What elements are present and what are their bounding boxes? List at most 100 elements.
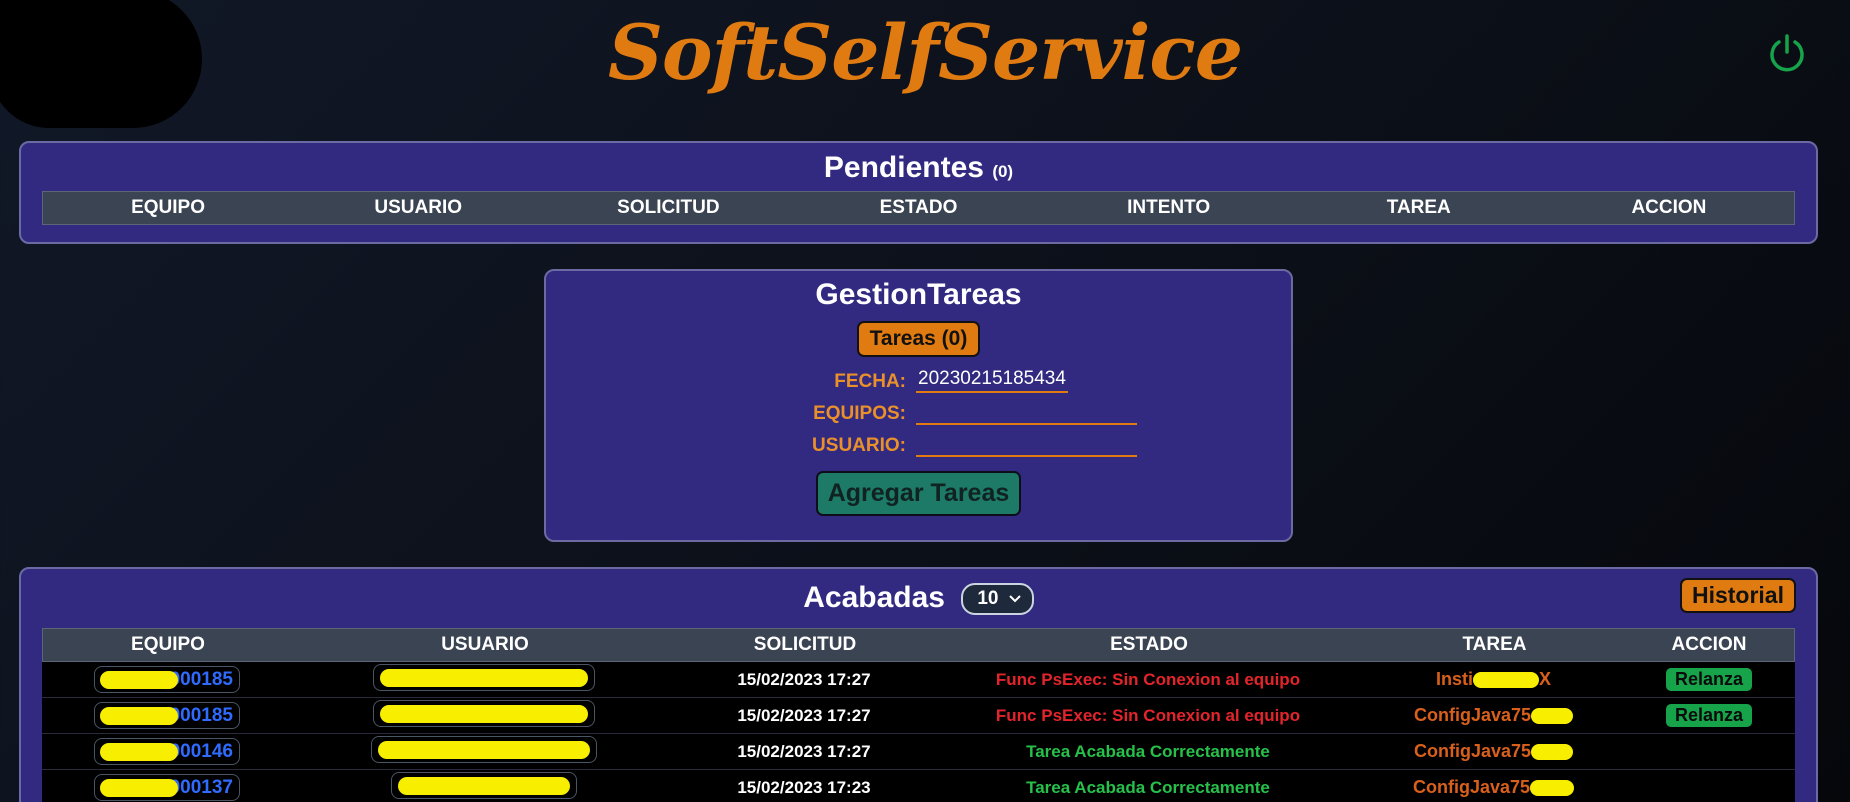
- pendientes-panel: Pendientes (0) EQUIPO USUARIO SOLICITUD …: [19, 141, 1818, 244]
- usuario-cell: [292, 771, 676, 802]
- equipo-cell: 000146: [42, 738, 292, 765]
- usuario-input[interactable]: [916, 431, 1137, 457]
- historial-button[interactable]: Historial: [1679, 578, 1796, 613]
- pendientes-title: Pendientes (0): [21, 149, 1816, 187]
- solicitud-cell: 15/02/2023 17:27: [737, 741, 871, 761]
- usuario-cell: [292, 735, 676, 768]
- acabadas-title: Acabadas 10: [21, 569, 1816, 623]
- redaction-mark: [100, 707, 178, 725]
- usuario-row: USUARIO:: [546, 425, 1291, 457]
- fecha-input[interactable]: [916, 367, 1068, 393]
- redaction-mark: [380, 704, 588, 723]
- pendientes-count: (0): [992, 162, 1014, 181]
- column-header: TAREA: [1462, 634, 1527, 655]
- page-size-value: 10: [977, 588, 999, 610]
- tarea-text: Insti X: [1436, 669, 1551, 690]
- usuario-cell: [292, 663, 676, 696]
- tarea-cell: ConfigJava75: [1364, 741, 1623, 762]
- table-row: 000185 15/02/2023 17:27 Func PsExec: Sin…: [42, 698, 1795, 734]
- column-header: TAREA: [1386, 197, 1451, 218]
- redaction-mark: [1531, 744, 1574, 761]
- table-row: 000185 15/02/2023 17:27 Func PsExec: Sin…: [42, 662, 1795, 698]
- column-header: USUARIO: [441, 634, 529, 655]
- tarea-cell: Insti X: [1364, 669, 1623, 690]
- equipo-link[interactable]: 000185: [94, 666, 240, 693]
- equipo-link[interactable]: 000146: [94, 738, 240, 765]
- tarea-name: ConfigJava75: [1413, 705, 1532, 725]
- tarea-cell: ConfigJava75: [1364, 705, 1623, 726]
- table-row: 000146 15/02/2023 17:27 Tarea Acabada Co…: [42, 734, 1795, 770]
- usuario-cell: [292, 699, 676, 732]
- usuario-pill: [373, 663, 595, 691]
- chevron-down-icon: [1009, 595, 1021, 603]
- tarea-text: ConfigJava75: [1413, 705, 1574, 726]
- column-header: SOLICITUD: [753, 634, 857, 655]
- usuario-pill: [373, 699, 595, 727]
- equipos-input[interactable]: [916, 399, 1137, 425]
- column-header: ACCION: [1631, 197, 1707, 218]
- acabadas-panel: Acabadas 10 Historial EQUIPO USUARIO SOL…: [19, 567, 1818, 802]
- tarea-name: ConfigJava75: [1412, 777, 1531, 797]
- usuario-pill: [371, 735, 597, 763]
- tarea-text: ConfigJava75: [1412, 777, 1575, 798]
- column-header: INTENTO: [1127, 197, 1211, 218]
- usuario-pill: [391, 771, 577, 799]
- column-header: ACCION: [1671, 634, 1747, 655]
- equipo-cell: 000185: [42, 666, 292, 693]
- equipo-text: 000137: [169, 777, 233, 798]
- acabadas-table-body: 000185 15/02/2023 17:27 Func PsExec: Sin…: [42, 662, 1795, 802]
- estado-cell: Tarea Acabada Correctamente: [1026, 777, 1270, 797]
- accion-cell: Relanza: [1623, 668, 1795, 691]
- redaction-mark: [1530, 780, 1575, 797]
- tarea-suffix: X: [1539, 669, 1552, 689]
- relanza-button[interactable]: Relanza: [1665, 704, 1753, 727]
- acabadas-title-text: Acabadas: [803, 581, 945, 614]
- equipo-link[interactable]: 000185: [94, 702, 240, 729]
- estado-cell: Tarea Acabada Correctamente: [1026, 741, 1270, 761]
- agregar-tareas-button[interactable]: Agregar Tareas: [815, 471, 1022, 516]
- column-header: ESTADO: [879, 197, 958, 218]
- gestion-tareas-panel: GestionTareas Tareas (0) FECHA: EQUIPOS:…: [544, 269, 1293, 542]
- equipo-cell: 000185: [42, 702, 292, 729]
- pendientes-title-text: Pendientes: [823, 151, 984, 184]
- estado-cell: Func PsExec: Sin Conexion al equipo: [995, 669, 1301, 689]
- redaction-mark: [1531, 708, 1574, 725]
- power-icon[interactable]: [1766, 32, 1808, 74]
- column-header: SOLICITUD: [617, 197, 720, 218]
- equipo-text: 000146: [169, 741, 233, 762]
- equipo-cell: 000137: [42, 774, 292, 801]
- page-size-select[interactable]: 10: [961, 583, 1034, 616]
- table-row: 000137 15/02/2023 17:23 Tarea Acabada Co…: [42, 770, 1795, 802]
- tarea-cell: ConfigJava75: [1364, 777, 1623, 798]
- tareas-button[interactable]: Tareas (0): [856, 321, 981, 357]
- solicitud-cell: 15/02/2023 17:27: [737, 705, 871, 725]
- column-header: ESTADO: [1110, 634, 1188, 655]
- tarea-name: ConfigJava75: [1413, 741, 1532, 761]
- equipo-link[interactable]: 000137: [94, 774, 240, 801]
- pendientes-table-header: EQUIPO USUARIO SOLICITUD ESTADO INTENTO …: [42, 191, 1795, 225]
- redaction-mark: [1473, 672, 1539, 689]
- column-header: EQUIPO: [131, 197, 206, 218]
- acabadas-header: Acabadas 10 Historial: [21, 569, 1816, 623]
- usuario-label: USUARIO:: [812, 435, 906, 456]
- equipo-text: 000185: [169, 669, 233, 690]
- tarea-name: Insti: [1435, 669, 1473, 689]
- estado-cell: Func PsExec: Sin Conexion al equipo: [995, 705, 1301, 725]
- redaction-mark: [100, 779, 178, 797]
- app-brand-title: SoftSelfService: [607, 8, 1243, 97]
- column-header: USUARIO: [374, 197, 463, 218]
- column-header: EQUIPO: [131, 634, 205, 655]
- fecha-row: FECHA:: [546, 361, 1291, 393]
- relanza-button[interactable]: Relanza: [1665, 668, 1753, 691]
- tarea-text: ConfigJava75: [1413, 741, 1574, 762]
- equipos-label: EQUIPOS:: [813, 403, 906, 424]
- redaction-mark: [100, 671, 178, 689]
- gestion-title: GestionTareas: [815, 278, 1022, 311]
- equipos-row: EQUIPOS:: [546, 393, 1291, 425]
- redaction-mark: [100, 743, 178, 761]
- solicitud-cell: 15/02/2023 17:23: [737, 777, 871, 797]
- redaction-mark: [380, 668, 588, 687]
- accion-cell: Relanza: [1623, 704, 1795, 727]
- equipo-text: 000185: [169, 705, 233, 726]
- acabadas-table-header: EQUIPO USUARIO SOLICITUD ESTADO TAREA AC…: [42, 628, 1795, 662]
